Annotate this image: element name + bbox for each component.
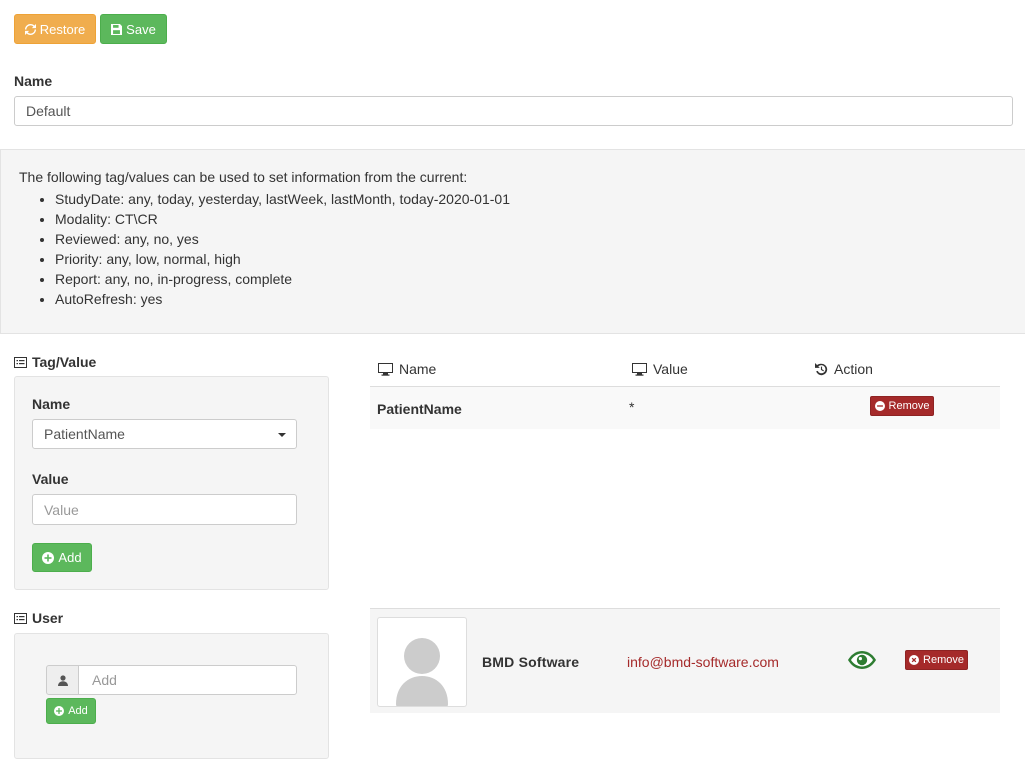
save-label: Save	[126, 21, 156, 37]
column-header-action: Action	[815, 361, 873, 377]
user-placeholder-icon	[396, 638, 448, 706]
info-item-reviewed: Reviewed: any, no, yes	[55, 229, 510, 249]
info-panel: The following tag/values can be used to …	[0, 149, 1025, 334]
user-add-input[interactable]: Add	[78, 665, 297, 695]
restore-label: Restore	[39, 21, 86, 37]
tag-value-input[interactable]: Value	[32, 494, 297, 525]
tag-value-title: Tag/Value	[32, 354, 97, 370]
tag-add-label: Add	[58, 550, 82, 565]
user-remove-label: Remove	[923, 654, 964, 666]
column-header-action-label: Action	[834, 361, 873, 377]
avatar	[377, 617, 467, 707]
plus-circle-icon	[54, 706, 65, 716]
user-row: BMD Software info@bmd-software.com Remov…	[370, 608, 1000, 713]
tag-add-button[interactable]: Add	[32, 543, 92, 572]
user-add-button[interactable]: Add	[46, 698, 96, 724]
info-item-autorefresh: AutoRefresh: yes	[55, 289, 510, 309]
plus-circle-icon	[42, 551, 55, 564]
info-list: StudyDate: any, today, yesterday, lastWe…	[55, 189, 510, 309]
tag-name-selected: PatientName	[44, 426, 125, 442]
info-item-studydate: StudyDate: any, today, yesterday, lastWe…	[55, 189, 510, 209]
save-button[interactable]: Save	[100, 14, 167, 44]
tag-value-heading: Tag/Value	[14, 354, 96, 370]
column-header-value: Value	[632, 361, 688, 377]
user-add-label: Add	[68, 705, 88, 717]
eye-icon[interactable]	[847, 650, 877, 670]
row-remove-button[interactable]: Remove	[870, 396, 934, 416]
list-alt-icon	[14, 356, 27, 368]
user-name: BMD Software	[482, 654, 580, 670]
name-input[interactable]: Default	[14, 96, 1013, 126]
restore-button[interactable]: Restore	[14, 14, 96, 44]
column-header-name-label: Name	[399, 361, 437, 377]
floppy-disk-icon	[111, 23, 123, 35]
info-intro: The following tag/values can be used to …	[19, 169, 468, 185]
monitor-icon	[378, 362, 393, 376]
user-icon	[57, 674, 68, 686]
times-circle-icon	[909, 655, 920, 665]
info-item-modality: Modality: CT\CR	[55, 209, 510, 229]
user-title: User	[32, 610, 64, 626]
info-item-report: Report: any, no, in-progress, complete	[55, 269, 510, 289]
column-header-value-label: Value	[653, 361, 688, 377]
user-panel	[14, 633, 329, 759]
user-input-addon	[46, 665, 79, 695]
row-tag-value: *	[629, 399, 635, 415]
column-header-name: Name	[378, 361, 436, 377]
caret-down-icon	[278, 433, 286, 437]
monitor-icon	[632, 362, 647, 376]
list-alt-icon	[14, 612, 27, 624]
row-remove-label: Remove	[888, 400, 930, 412]
tag-name-select[interactable]: PatientName	[32, 419, 297, 449]
minus-circle-icon	[874, 401, 885, 411]
user-email-link[interactable]: info@bmd-software.com	[627, 654, 779, 670]
info-item-priority: Priority: any, low, normal, high	[55, 249, 510, 269]
tag-value-label: Value	[32, 471, 69, 487]
user-remove-button[interactable]: Remove	[905, 650, 968, 670]
row-tag-name: PatientName	[377, 401, 462, 417]
table-row: PatientName * Remove	[370, 387, 1000, 429]
history-icon	[815, 362, 828, 375]
user-heading: User	[14, 610, 63, 626]
refresh-icon	[24, 23, 36, 35]
tag-name-label: Name	[32, 396, 71, 412]
name-label: Name	[14, 73, 53, 89]
